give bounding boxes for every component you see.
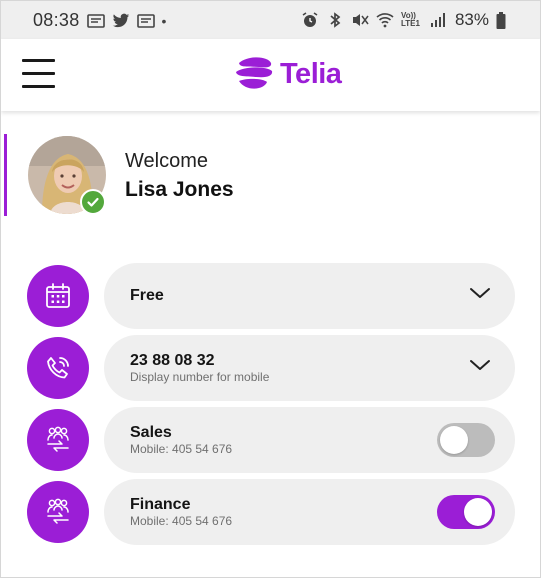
app-frame: 08:38 • Vo)) LTE1 83% Telia Welcome Lisa… [0,0,541,578]
group-row-sales: Sales Mobile: 405 54 676 [1,407,540,473]
alarm-icon [301,12,319,28]
finance-toggle[interactable] [437,495,495,529]
welcome-section: Welcome Lisa Jones [1,134,540,216]
logo-text: Telia [280,57,342,90]
status-row: Free [1,263,540,329]
status-left: 08:38 • [33,10,166,31]
signal-icon [430,12,448,28]
status-check-icon [80,189,106,215]
welcome-accent-bar [4,134,7,216]
group-icon-button[interactable] [27,409,89,471]
group-icon [47,498,69,524]
display-number: 23 88 08 32 [130,352,215,369]
battery-icon [496,12,506,29]
telia-logo-icon [236,57,273,89]
display-number-label: Display number for mobile [130,370,270,384]
calendar-icon [46,283,70,308]
wifi-icon [376,12,394,28]
hamburger-menu-icon[interactable] [22,56,55,90]
display-number-row: 23 88 08 32 Display number for mobile [1,335,540,401]
status-time: 08:38 [33,10,80,30]
group-row-finance: Finance Mobile: 405 54 676 [1,479,540,545]
group-pill-finance: Finance Mobile: 405 54 676 [104,479,515,545]
group-name: Finance [130,496,191,513]
status-value: Free [130,287,164,304]
group-icon-button[interactable] [27,481,89,543]
user-name: Lisa Jones [125,178,234,201]
group-name: Sales [130,424,172,441]
sales-toggle[interactable] [437,423,495,457]
welcome-label: Welcome [125,150,208,172]
status-right: Vo)) LTE1 83% [301,10,506,30]
volte-icon: Vo)) LTE1 [400,11,420,28]
display-number-dropdown[interactable]: 23 88 08 32 Display number for mobile [104,335,515,401]
phone-icon-button[interactable] [27,337,89,399]
group-pill-sales: Sales Mobile: 405 54 676 [104,407,515,473]
battery-percent: 83% [454,10,489,29]
chevron-down-icon[interactable] [469,358,491,372]
status-dot: • [161,12,167,29]
bluetooth-icon [326,12,344,28]
toggle-knob [464,498,492,526]
chevron-down-icon[interactable] [469,286,491,300]
mute-icon [351,12,369,28]
telia-logo: Telia [234,54,342,94]
group-mobile: Mobile: 405 54 676 [130,514,233,528]
group-icon [47,426,69,452]
twitter-icon [112,13,130,29]
phone-icon [47,357,69,379]
status-bar: 08:38 • Vo)) LTE1 83% [1,1,540,39]
app-header: Telia [1,39,540,111]
toggle-knob [440,426,468,454]
calendar-icon-button[interactable] [27,265,89,327]
notification-icon [86,13,105,29]
group-mobile: Mobile: 405 54 676 [130,442,233,456]
status-dropdown[interactable]: Free [104,263,515,329]
notification-icon [136,13,155,29]
